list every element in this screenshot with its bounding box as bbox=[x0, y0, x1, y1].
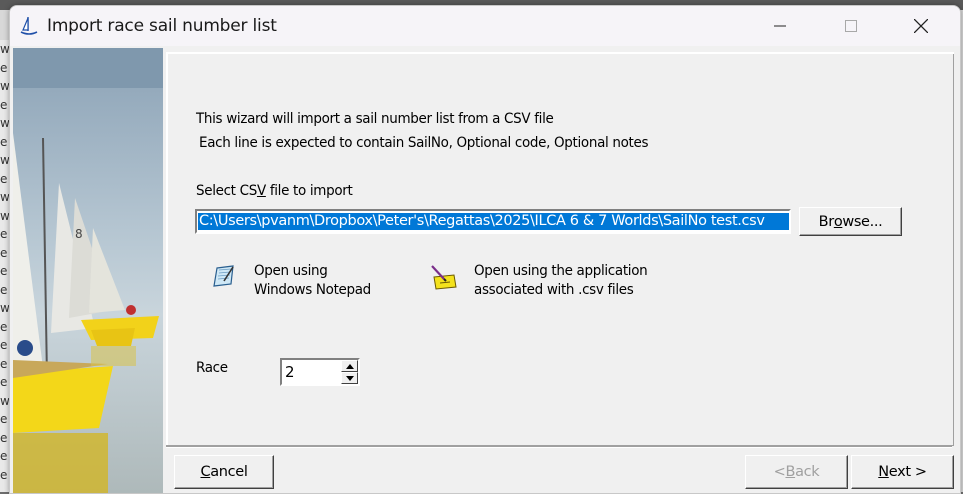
notepad-icon[interactable] bbox=[212, 264, 238, 288]
footer-separator bbox=[166, 445, 952, 448]
minimize-icon bbox=[774, 25, 786, 27]
csv-file-path-input[interactable]: C:\Users\pvanm\Dropbox\Peter's\Regattas\… bbox=[195, 209, 791, 234]
notepad-line-2: Windows Notepad bbox=[254, 282, 371, 298]
intro-line-1: This wizard will import a sail number li… bbox=[196, 111, 554, 127]
open-notepad-link[interactable]: Open using Windows Notepad bbox=[254, 262, 371, 300]
file-path-text: C:\Users\pvanm\Dropbox\Peter's\Regattas\… bbox=[198, 213, 789, 230]
race-spinner[interactable]: 2 bbox=[280, 358, 360, 386]
assoc-line-1: Open using the application bbox=[474, 263, 648, 279]
notepad-line-1: Open using bbox=[254, 263, 328, 279]
sailboat-icon bbox=[20, 17, 38, 35]
window-title: Import race sail number list bbox=[47, 16, 277, 36]
maximize-button[interactable] bbox=[828, 6, 874, 46]
cancel-button[interactable]: Cancel bbox=[174, 455, 274, 489]
import-dialog: Import race sail number list 8 This wiza… bbox=[9, 5, 961, 494]
spinner-buttons bbox=[341, 360, 358, 384]
intro-line-2: Each line is expected to contain SailNo,… bbox=[199, 135, 649, 151]
back-button[interactable]: < Back bbox=[745, 455, 848, 489]
close-button[interactable] bbox=[898, 6, 944, 46]
spin-up-button[interactable] bbox=[341, 360, 358, 372]
maximize-icon bbox=[845, 20, 857, 32]
arrow-down-icon bbox=[345, 375, 354, 381]
assoc-line-2: associated with .csv files bbox=[474, 282, 634, 298]
svg-text:8: 8 bbox=[75, 227, 83, 241]
sailboats-photo: 8 bbox=[13, 48, 163, 493]
browse-button[interactable]: Br o wse... bbox=[799, 207, 902, 236]
close-icon bbox=[914, 19, 928, 33]
next-button[interactable]: Next > bbox=[851, 455, 954, 489]
race-value[interactable]: 2 bbox=[285, 363, 295, 381]
spin-down-button[interactable] bbox=[341, 372, 358, 384]
select-file-label: Select CSV file to import bbox=[196, 183, 353, 199]
minimize-button[interactable] bbox=[757, 6, 803, 46]
title-bar[interactable]: Import race sail number list bbox=[10, 6, 960, 46]
open-associated-app-link[interactable]: Open using the application associated wi… bbox=[474, 262, 648, 300]
race-label: Race bbox=[196, 360, 228, 376]
arrow-up-icon bbox=[345, 363, 354, 369]
wizard-page: This wizard will import a sail number li… bbox=[166, 52, 954, 446]
pencil-folder-icon[interactable] bbox=[430, 264, 458, 290]
